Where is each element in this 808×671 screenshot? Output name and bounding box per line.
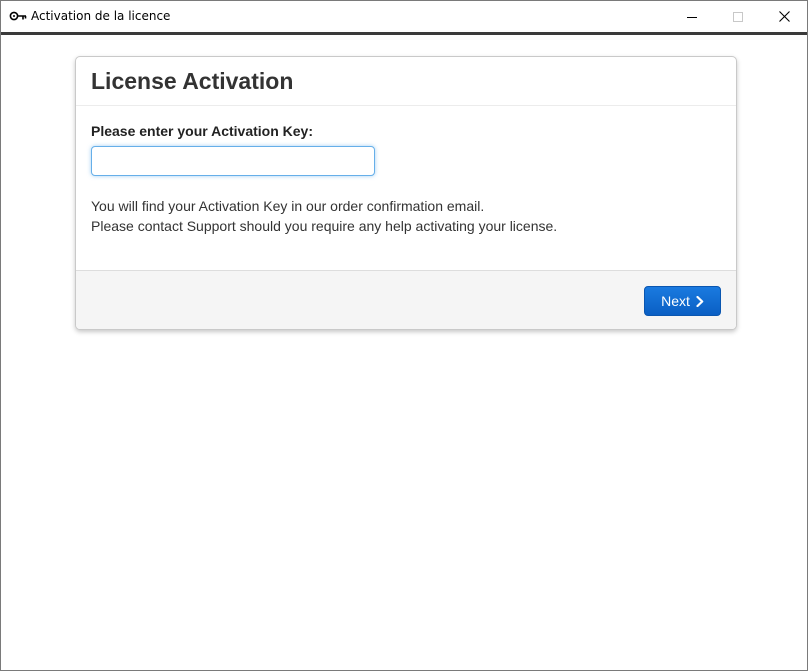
application-window: Activation de la licence License Activat… — [0, 0, 808, 671]
page-title: License Activation — [91, 68, 294, 94]
chevron-right-icon — [696, 295, 704, 307]
client-area: License Activation Please enter your Act… — [1, 35, 807, 670]
maximize-button[interactable] — [715, 1, 761, 32]
next-button-label: Next — [661, 293, 690, 309]
minimize-icon — [687, 16, 697, 18]
key-icon — [9, 11, 27, 21]
license-activation-panel: License Activation Please enter your Act… — [75, 56, 737, 330]
next-button[interactable]: Next — [644, 286, 721, 316]
window-title: Activation de la licence — [31, 9, 171, 23]
panel-header: License Activation — [76, 57, 736, 106]
close-button[interactable] — [761, 1, 807, 32]
activation-key-label: Please enter your Activation Key: — [91, 123, 314, 139]
info-line-order-email: You will find your Activation Key in our… — [91, 198, 485, 214]
info-text: You will find your Activation Key in our… — [91, 196, 557, 236]
close-icon — [778, 11, 790, 22]
minimize-button[interactable] — [669, 1, 715, 32]
maximize-icon — [733, 11, 743, 22]
info-line-support: Please contact Support should you requir… — [91, 218, 558, 234]
activation-key-input[interactable] — [91, 146, 375, 176]
panel-footer: Next — [76, 270, 736, 329]
title-bar[interactable]: Activation de la licence — [1, 1, 807, 32]
